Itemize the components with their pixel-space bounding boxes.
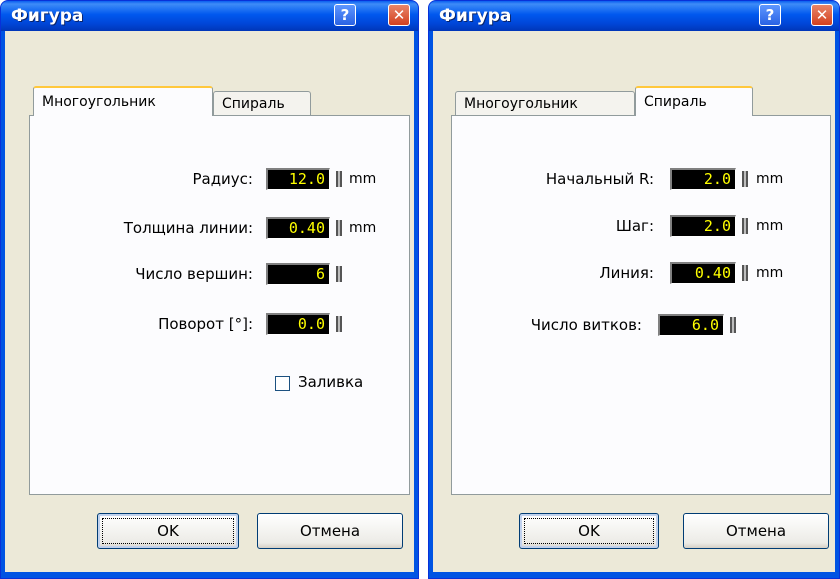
title-bar[interactable]: Фигура ? ✕ [429, 1, 839, 31]
start-r-input[interactable]: 2.0 [670, 168, 736, 190]
line-unit: mm [756, 265, 784, 281]
line-width-spinner[interactable] [336, 220, 342, 236]
ok-button[interactable]: OK [519, 513, 659, 549]
start-r-spinner[interactable] [742, 171, 748, 187]
tab-polygon[interactable]: Многоугольник [455, 91, 635, 116]
tab-panel: Начальный R: 2.0 mm Шаг: 2.0 mm Линия: 0… [451, 115, 831, 495]
vertices-spinner[interactable] [336, 266, 342, 282]
tab-spiral[interactable]: Спираль [635, 86, 753, 116]
radius-label: Радиус: [192, 170, 253, 188]
focus-rect [524, 518, 654, 544]
close-button[interactable]: ✕ [388, 4, 410, 26]
close-button[interactable]: ✕ [811, 4, 833, 26]
dialog-body: Многоугольник Спираль Радиус: 12.0 mm То… [5, 31, 414, 572]
step-label: Шаг: [615, 217, 654, 235]
cancel-button[interactable]: Отмена [683, 513, 829, 549]
line-width-input[interactable]: 0.40 [266, 217, 330, 239]
step-input[interactable]: 2.0 [670, 215, 736, 237]
dialog-body: Многоугольник Спираль Начальный R: 2.0 m… [433, 31, 835, 572]
step-unit: mm [756, 218, 784, 234]
fill-checkbox-label[interactable]: Заливка [298, 373, 363, 391]
radius-unit: mm [349, 171, 377, 187]
line-width-label: Толщина линии: [123, 219, 253, 237]
tab-polygon[interactable]: Многоугольник [33, 86, 213, 116]
turns-label: Число витков: [530, 316, 642, 334]
vertices-input[interactable]: 6 [266, 263, 330, 285]
window-title: Фигура [11, 6, 84, 26]
line-width-unit: mm [349, 220, 377, 236]
line-label: Линия: [599, 264, 654, 282]
vertices-label: Число вершин: [135, 265, 253, 283]
ok-button[interactable]: OK [97, 513, 239, 549]
rotation-input[interactable]: 0.0 [266, 313, 330, 335]
help-button[interactable]: ? [759, 4, 781, 26]
tab-spiral[interactable]: Спираль [213, 91, 311, 116]
cancel-button[interactable]: Отмена [257, 513, 403, 549]
help-button[interactable]: ? [334, 4, 356, 26]
start-r-unit: mm [756, 171, 784, 187]
tab-panel: Радиус: 12.0 mm Толщина линии: 0.40 mm Ч… [29, 115, 410, 495]
line-input[interactable]: 0.40 [670, 262, 736, 284]
fill-checkbox[interactable] [275, 376, 290, 391]
radius-input[interactable]: 12.0 [266, 168, 330, 190]
rotation-label: Поворот [°]: [158, 315, 253, 333]
turns-spinner[interactable] [730, 317, 736, 333]
title-bar[interactable]: Фигура ? ✕ [1, 1, 418, 31]
turns-input[interactable]: 6.0 [658, 314, 724, 336]
focus-rect [102, 518, 234, 544]
start-r-label: Начальный R: [545, 170, 654, 188]
spiral-dialog-window: Фигура ? ✕ Многоугольник Спираль Начальн… [428, 0, 840, 579]
line-spinner[interactable] [742, 265, 748, 281]
window-title: Фигура [439, 6, 512, 26]
rotation-spinner[interactable] [336, 316, 342, 332]
radius-spinner[interactable] [336, 171, 342, 187]
polygon-dialog-window: Фигура ? ✕ Многоугольник Спираль Радиус:… [0, 0, 419, 579]
step-spinner[interactable] [742, 218, 748, 234]
